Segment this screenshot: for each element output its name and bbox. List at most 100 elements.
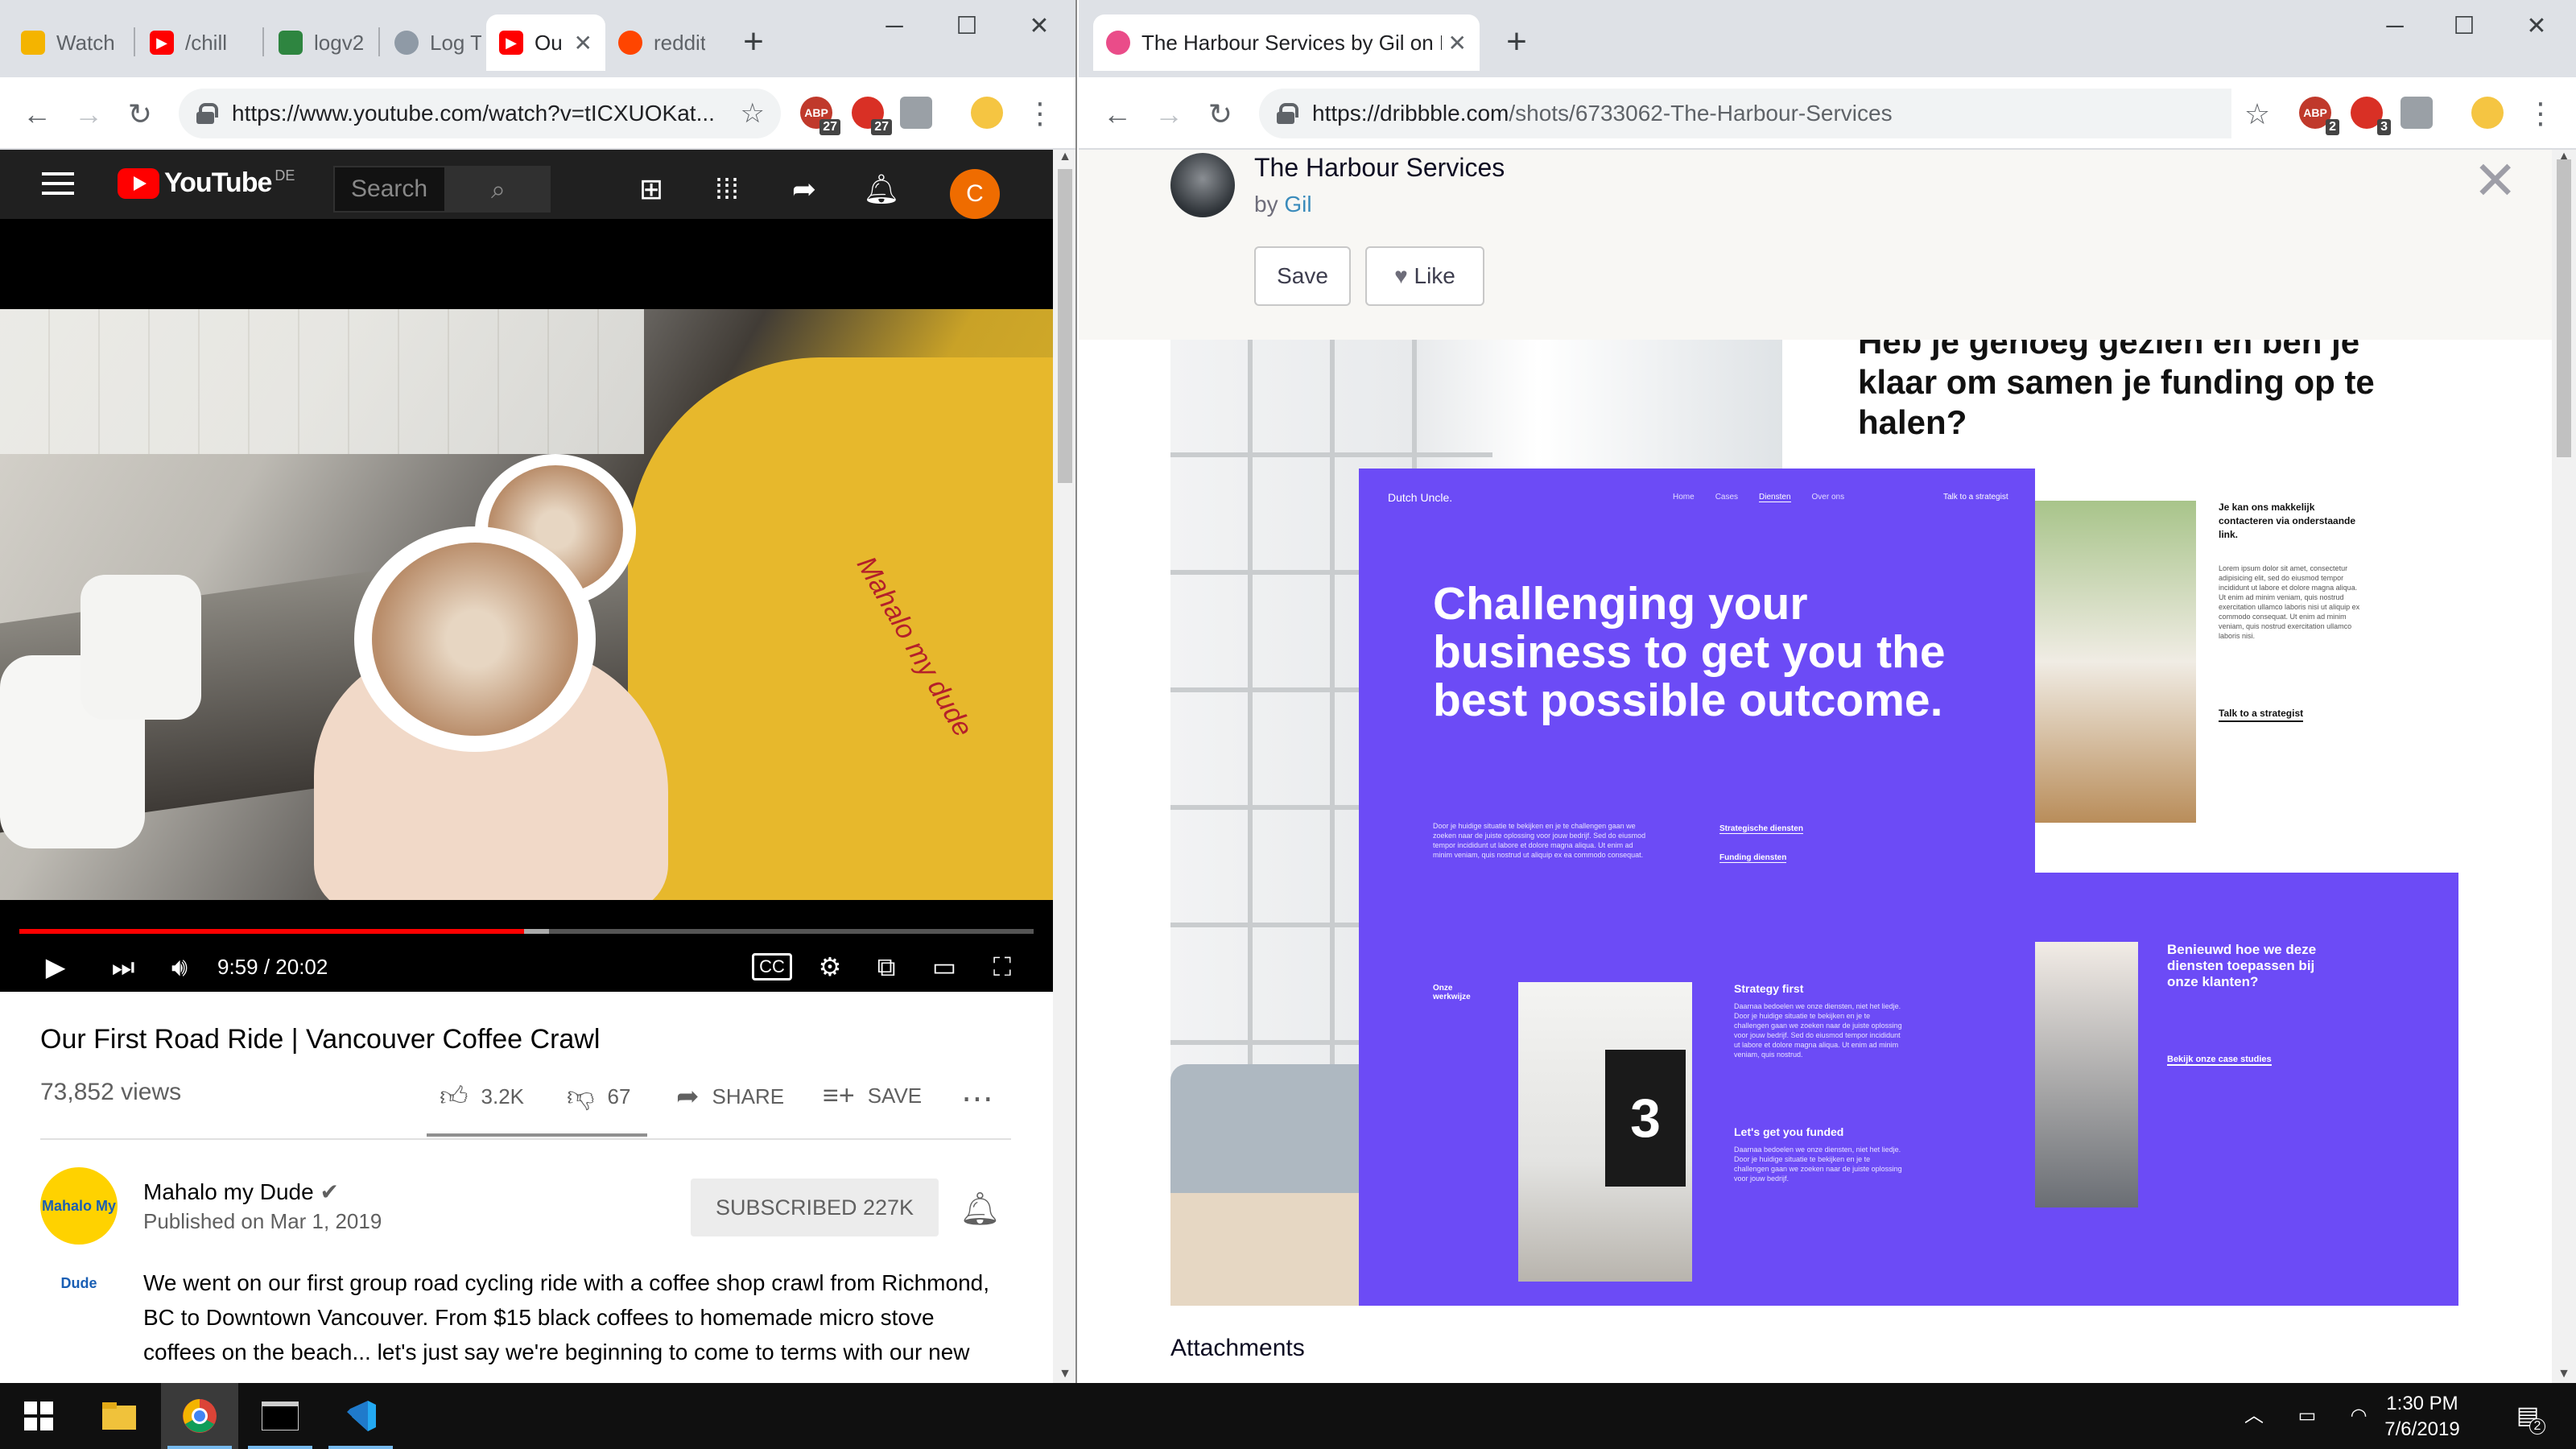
captions-icon[interactable]: CC — [752, 953, 792, 980]
tab-label: The Harbour Services by Gil on D — [1141, 30, 1442, 55]
channel-name[interactable]: Mahalo my Dude ✔ — [143, 1179, 339, 1205]
vscode-taskbar-button[interactable] — [322, 1383, 399, 1449]
reload-button[interactable]: ↻ — [1198, 92, 1243, 137]
thumbs-up-icon: 👍︎ — [440, 1081, 469, 1112]
tab-log-time[interactable]: Log Ti — [382, 14, 494, 71]
dislike-button[interactable]: 👎︎ 67 — [567, 1080, 630, 1113]
css-extension-icon[interactable] — [900, 97, 932, 129]
next-icon[interactable]: ⏭ — [103, 948, 143, 985]
forward-button[interactable]: → — [66, 92, 111, 137]
account-avatar[interactable]: C — [950, 169, 1000, 219]
minimize-button[interactable]: ─ — [2367, 6, 2423, 47]
play-icon[interactable]: ▶ — [35, 948, 76, 985]
close-window-button[interactable]: ✕ — [2508, 6, 2565, 47]
theater-mode-icon[interactable]: ▭ — [924, 948, 964, 985]
system-clock[interactable]: 1:30 PM 7/6/2019 — [2362, 1391, 2483, 1443]
forward-button[interactable]: → — [1146, 92, 1191, 137]
new-tab-button[interactable]: + — [1492, 18, 1541, 66]
miniplayer-icon[interactable]: ⧉ — [866, 948, 906, 985]
share-button[interactable]: ➦ SHARE — [676, 1080, 784, 1113]
taskbar: ︿ ▭ ◠ 1:30 PM 7/6/2019 ▤ 2 — [0, 1383, 2576, 1449]
page-scrollbar[interactable]: ▲ ▼ — [2552, 150, 2576, 1383]
create-video-icon[interactable]: ⊞ — [631, 169, 671, 209]
maximize-button[interactable]: ☐ — [2436, 6, 2492, 47]
bookmark-star-icon[interactable]: ☆ — [2235, 92, 2280, 137]
author-link[interactable]: Gil — [1284, 192, 1311, 217]
browser-window-dribbble: The Harbour Services by Gil on D ✕ + ─ ☐… — [1079, 0, 2576, 1383]
messages-icon[interactable]: ➦ — [784, 169, 824, 209]
tab-dribbble-active[interactable]: The Harbour Services by Gil on D ✕ — [1093, 14, 1480, 71]
adblock-extension-icon[interactable]: ABP 27 — [800, 97, 840, 135]
search-button[interactable]: ⌕ — [446, 166, 551, 213]
channel-avatar[interactable]: Mahalo My Dude — [40, 1167, 118, 1291]
clock-favicon-icon — [394, 31, 419, 55]
close-tab-icon[interactable]: ✕ — [1442, 30, 1467, 56]
tab-reddit[interactable]: reddit — [605, 14, 718, 71]
heart-icon: ♥ — [1394, 263, 1408, 288]
chrome-menu-icon[interactable]: ⋮ — [2524, 93, 2557, 134]
show-hidden-icons-chevron-icon[interactable]: ︿ — [2230, 1383, 2278, 1449]
youtube-logo[interactable]: YouTube DE — [118, 167, 295, 199]
video-player[interactable]: Mahalo my dude ▶ ⏭ 🔊︎ 9:59 / 20:02 CC ⚙ … — [0, 219, 1053, 992]
video-description: We went on our first group road cycling … — [143, 1270, 989, 1364]
apps-grid-icon[interactable]: ⁞⁞⁞ — [707, 169, 747, 209]
back-button[interactable]: ← — [1095, 92, 1140, 137]
close-tab-icon[interactable]: ✕ — [568, 30, 592, 56]
start-button[interactable] — [0, 1383, 77, 1449]
reddit-favicon-icon — [618, 31, 642, 55]
more-actions-icon[interactable]: ⋯ — [961, 1080, 993, 1117]
vscode-icon — [347, 1401, 376, 1431]
action-center-notifications-icon[interactable]: ▤ 2 — [2504, 1383, 2552, 1449]
save-shot-button[interactable]: Save — [1254, 246, 1351, 306]
like-shot-button[interactable]: ♥ Like — [1365, 246, 1484, 306]
video-progress-bar[interactable] — [19, 929, 1034, 934]
search-input[interactable]: Search — [333, 166, 446, 213]
like-button[interactable]: 👍︎ 3.2K — [440, 1080, 524, 1113]
hamburger-menu-icon[interactable] — [42, 172, 74, 195]
settings-gear-icon[interactable]: ⚙ — [810, 948, 850, 985]
scrollbar-thumb[interactable] — [1058, 169, 1072, 483]
chrome-taskbar-button[interactable] — [161, 1383, 238, 1449]
maximize-button[interactable]: ☐ — [939, 6, 995, 47]
address-bar[interactable]: https://www.youtube.com/watch?v=tICXUOKa… — [179, 89, 781, 138]
ublock-extension-icon[interactable]: 27 — [852, 97, 892, 135]
scrollbar-thumb[interactable] — [2557, 159, 2571, 457]
battery-icon[interactable]: ▭ — [2283, 1383, 2331, 1449]
ublock-extension-icon[interactable]: 3 — [2351, 97, 2391, 135]
adblock-extension-icon[interactable]: ABP 2 — [2299, 97, 2339, 135]
close-window-button[interactable]: ✕ — [1011, 6, 1067, 47]
chrome-menu-icon[interactable]: ⋮ — [1024, 93, 1056, 134]
minimize-button[interactable]: ─ — [866, 6, 923, 47]
video-frame[interactable]: Mahalo my dude — [0, 309, 1053, 900]
scroll-down-arrow-icon[interactable]: ▼ — [1053, 1367, 1075, 1383]
notifications-bell-icon[interactable]: 🔔︎ — [861, 169, 902, 209]
profile-avatar-icon[interactable] — [2471, 97, 2504, 129]
back-button[interactable]: ← — [14, 92, 60, 137]
reload-button[interactable]: ↻ — [118, 92, 163, 137]
scroll-down-arrow-icon[interactable]: ▼ — [2552, 1367, 2576, 1383]
fullscreen-icon[interactable]: ⛶ — [982, 948, 1022, 985]
bookmark-star-icon[interactable]: ☆ — [741, 97, 765, 130]
publish-date: Published on Mar 1, 2019 — [143, 1209, 382, 1233]
new-tab-button[interactable]: + — [729, 18, 778, 66]
scroll-up-arrow-icon[interactable]: ▲ — [1053, 150, 1075, 166]
subscribed-button[interactable]: SUBSCRIBED 227K — [691, 1179, 939, 1236]
terminal-taskbar-button[interactable] — [242, 1383, 319, 1449]
tab-chill[interactable]: ▶ /chill — [137, 14, 258, 71]
css-extension-icon[interactable] — [2401, 97, 2433, 129]
profile-avatar-icon[interactable] — [971, 97, 1003, 129]
woman-photo — [2035, 942, 2138, 1208]
verified-icon: ✔ — [320, 1179, 339, 1204]
subscription-bell-icon[interactable]: 🔔︎ — [960, 1190, 1001, 1228]
shot-image[interactable]: Heb je genoeg gezien en ben je klaar om … — [1170, 340, 2458, 1306]
tab-youtube-active[interactable]: ▶ Ou ✕ — [486, 14, 605, 71]
browser-toolbar: ← → ↻ https://www.youtube.com/watch?v=tI… — [0, 77, 1075, 150]
page-scrollbar[interactable]: ▲ ▼ — [1053, 150, 1075, 1383]
tab-logv2[interactable]: logv2 — [266, 14, 378, 71]
close-shot-icon[interactable]: ✕ — [2473, 150, 2517, 212]
file-explorer-button[interactable] — [80, 1383, 158, 1449]
volume-icon[interactable]: 🔊︎ — [159, 948, 200, 985]
author-avatar[interactable] — [1170, 153, 1235, 217]
save-button[interactable]: ≡+ SAVE — [823, 1080, 922, 1112]
tab-watch[interactable]: Watch — [8, 14, 129, 71]
